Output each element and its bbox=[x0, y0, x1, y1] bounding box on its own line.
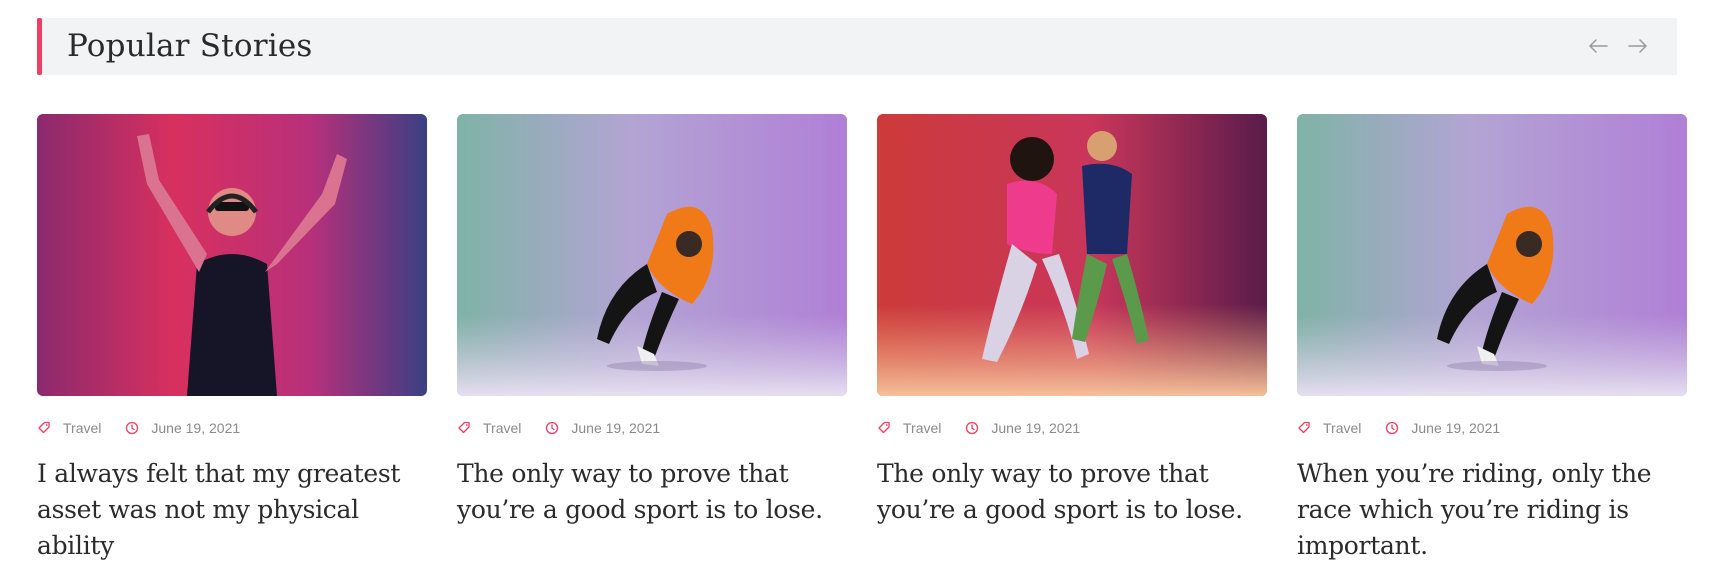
arrow-left-icon bbox=[1589, 39, 1608, 53]
story-meta: Travel June 19, 2021 bbox=[457, 418, 847, 438]
next-button[interactable] bbox=[1625, 32, 1651, 60]
story-card[interactable]: Travel June 19, 2021 The only way to pro… bbox=[457, 114, 847, 528]
story-headline[interactable]: When you’re riding, only the race which … bbox=[1297, 456, 1697, 564]
tag-icon bbox=[1297, 421, 1311, 435]
clock-icon bbox=[1385, 421, 1399, 435]
story-date: June 19, 2021 bbox=[571, 420, 661, 436]
story-image-art bbox=[877, 114, 1267, 396]
story-meta: Travel June 19, 2021 bbox=[1297, 418, 1687, 438]
clock-icon bbox=[545, 421, 559, 435]
carousel-nav bbox=[1585, 32, 1651, 60]
section-header: Popular Stories bbox=[37, 18, 1677, 75]
story-card[interactable]: Travel June 19, 2021 The only way to pro… bbox=[877, 114, 1267, 528]
story-image[interactable] bbox=[37, 114, 427, 396]
story-date: June 19, 2021 bbox=[151, 420, 241, 436]
story-card[interactable]: Travel June 19, 2021 When you’re riding,… bbox=[1297, 114, 1687, 564]
story-image[interactable] bbox=[877, 114, 1267, 396]
section-title: Popular Stories bbox=[67, 28, 313, 64]
tag-icon bbox=[457, 421, 471, 435]
tag-icon bbox=[877, 421, 891, 435]
story-meta: Travel June 19, 2021 bbox=[37, 418, 427, 438]
story-image[interactable] bbox=[1297, 114, 1687, 396]
story-category[interactable]: Travel bbox=[63, 420, 101, 436]
header-accent-bar bbox=[37, 18, 42, 75]
prev-button[interactable] bbox=[1585, 32, 1611, 60]
story-date: June 19, 2021 bbox=[991, 420, 1081, 436]
arrow-right-icon bbox=[1628, 39, 1647, 53]
story-image-art bbox=[37, 114, 427, 396]
story-category[interactable]: Travel bbox=[1323, 420, 1361, 436]
story-card[interactable]: Travel June 19, 2021 I always felt that … bbox=[37, 114, 427, 564]
story-date: June 19, 2021 bbox=[1411, 420, 1501, 436]
popular-stories-section: Popular Stories Travel June 19, 2021 I a… bbox=[0, 0, 1717, 560]
tag-icon bbox=[37, 421, 51, 435]
story-image-art bbox=[1297, 114, 1687, 396]
story-headline[interactable]: I always felt that my greatest asset was… bbox=[37, 456, 437, 564]
story-headline[interactable]: The only way to prove that you’re a good… bbox=[457, 456, 857, 528]
story-image[interactable] bbox=[457, 114, 847, 396]
story-headline[interactable]: The only way to prove that you’re a good… bbox=[877, 456, 1277, 528]
clock-icon bbox=[125, 421, 139, 435]
story-meta: Travel June 19, 2021 bbox=[877, 418, 1267, 438]
clock-icon bbox=[965, 421, 979, 435]
story-image-art bbox=[457, 114, 847, 396]
story-category[interactable]: Travel bbox=[903, 420, 941, 436]
story-category[interactable]: Travel bbox=[483, 420, 521, 436]
